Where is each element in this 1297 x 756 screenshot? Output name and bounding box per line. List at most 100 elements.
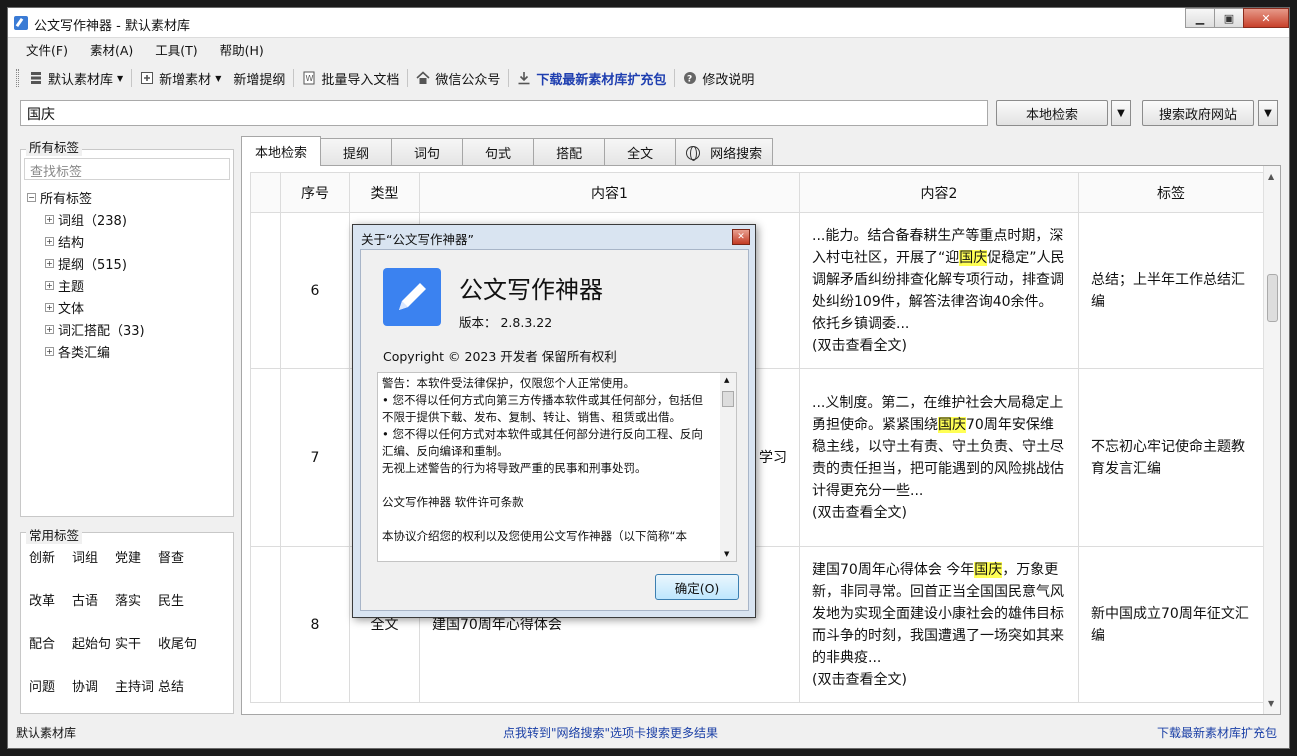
scroll-up-icon[interactable]: ▲ bbox=[724, 376, 729, 384]
view-full-text-hint: (双击查看全文) bbox=[812, 337, 907, 354]
toolbar-grip[interactable] bbox=[16, 69, 19, 87]
expand-icon[interactable]: + bbox=[45, 236, 54, 246]
about-dialog: 关于“公文写作神器” ✕ 公文写作神器 版本： 2.8.3.22 Copyrig… bbox=[352, 224, 756, 618]
column-header-tags[interactable]: 标签 bbox=[1078, 172, 1264, 213]
tab-web-search-label: 网络搜索 bbox=[710, 147, 763, 162]
common-tag[interactable]: 起始句 bbox=[72, 633, 115, 652]
search-input[interactable]: 国庆 bbox=[20, 100, 988, 126]
menu-material[interactable]: 素材(A) bbox=[90, 40, 133, 62]
scroll-up-icon[interactable]: ▲ bbox=[1268, 172, 1274, 181]
tree-item[interactable]: + 主题 bbox=[27, 274, 145, 296]
add-outline-button[interactable]: 新增提纲 bbox=[227, 65, 291, 91]
license-textbox[interactable]: 警告：本软件受法律保护，仅限您个人正常使用。 • 您不得以任何方式向第三方传播本… bbox=[377, 372, 737, 562]
changelog-label: 修改说明 bbox=[702, 72, 755, 88]
tab-outline[interactable]: 提纲 bbox=[320, 138, 393, 166]
toolbar-separator bbox=[407, 69, 409, 87]
tree-item-label: 提纲（515) bbox=[58, 257, 127, 273]
common-tag[interactable]: 词组 bbox=[72, 547, 115, 566]
tab-phrases[interactable]: 词句 bbox=[391, 138, 464, 166]
common-tag[interactable]: 党建 bbox=[115, 547, 158, 566]
view-full-text-hint: (双击查看全文) bbox=[812, 671, 907, 688]
dialog-title: 关于“公文写作神器” bbox=[361, 232, 474, 247]
status-bar: 默认素材库 点我转到"网络搜索"选项卡搜索更多结果 下载最新素材库扩充包 bbox=[8, 720, 1289, 742]
chevron-down-icon[interactable]: ▼ bbox=[1111, 100, 1131, 126]
license-scrollbar[interactable]: ▲ ▼ bbox=[720, 373, 736, 561]
common-tag[interactable]: 收尾句 bbox=[158, 633, 201, 652]
cell-no: 6 bbox=[280, 212, 350, 369]
tree-item[interactable]: + 词组（238) bbox=[27, 208, 145, 230]
close-icon[interactable]: ✕ bbox=[732, 229, 750, 245]
common-tag[interactable]: 总结 bbox=[158, 676, 201, 695]
common-tag[interactable]: 民生 bbox=[158, 590, 201, 609]
tree-item[interactable]: + 词汇搭配（33) bbox=[27, 318, 145, 340]
status-library: 默认素材库 bbox=[16, 726, 77, 740]
common-tag[interactable]: 落实 bbox=[115, 590, 158, 609]
grid-scrollbar[interactable]: ▲ ▼ bbox=[1263, 166, 1280, 714]
local-search-button[interactable]: 本地检索 bbox=[996, 100, 1108, 126]
scroll-down-icon[interactable]: ▼ bbox=[1268, 699, 1274, 708]
expand-icon[interactable]: + bbox=[45, 302, 54, 312]
maximize-icon[interactable]: ▣ bbox=[1214, 8, 1244, 28]
chevron-down-icon[interactable]: ▼ bbox=[1258, 100, 1278, 126]
changelog-button[interactable]: ? 修改说明 bbox=[677, 65, 760, 91]
minimize-icon[interactable]: ▁ bbox=[1185, 8, 1215, 28]
tree-item-label: 结构 bbox=[58, 235, 85, 251]
column-header-type[interactable]: 类型 bbox=[349, 172, 420, 213]
scroll-thumb[interactable] bbox=[722, 391, 734, 407]
gov-search-button[interactable]: 搜索政府网站 bbox=[1142, 100, 1254, 126]
common-tag[interactable]: 古语 bbox=[72, 590, 115, 609]
web-search-link[interactable]: 点我转到"网络搜索"选项卡搜索更多结果 bbox=[503, 724, 718, 741]
common-tag[interactable]: 创新 bbox=[29, 547, 72, 566]
close-icon[interactable]: ✕ bbox=[1243, 8, 1289, 28]
download-pack-link[interactable]: 下载最新素材库扩充包 bbox=[1157, 724, 1277, 741]
keyword-highlight: 国庆 bbox=[974, 561, 1003, 578]
common-tag[interactable]: 改革 bbox=[29, 590, 72, 609]
download-pack-button[interactable]: 下载最新素材库扩充包 bbox=[511, 65, 672, 91]
common-tag[interactable]: 主持词 bbox=[115, 676, 158, 695]
add-material-button[interactable]: 新增素材 ▼ bbox=[134, 65, 227, 91]
tab-bar: 本地检索 提纲 词句 句式 搭配 全文 网络搜索 bbox=[241, 136, 774, 166]
wechat-button[interactable]: 微信公众号 bbox=[410, 65, 506, 91]
common-tags-grid: 创新 词组 党建 督查 改革 古语 落实 民生 配合 起始句 实干 收尾句 问题… bbox=[29, 547, 201, 695]
cell-content2: 建国70周年心得体会 今年国庆，万象更新，非同寻常。回首正当全国国民意气风发地为… bbox=[799, 546, 1079, 703]
collapse-icon[interactable]: − bbox=[27, 192, 36, 202]
common-tag[interactable]: 问题 bbox=[29, 676, 72, 695]
expand-icon[interactable]: + bbox=[45, 324, 54, 334]
expand-icon[interactable]: + bbox=[45, 346, 54, 356]
tab-full-text[interactable]: 全文 bbox=[604, 138, 677, 166]
toolbar-separator bbox=[508, 69, 510, 87]
tree-item[interactable]: + 文体 bbox=[27, 296, 145, 318]
tab-web-search[interactable]: 网络搜索 bbox=[675, 138, 774, 166]
menu-tools[interactable]: 工具(T) bbox=[155, 40, 197, 62]
column-header-content1[interactable]: 内容1 bbox=[419, 172, 800, 213]
common-tag[interactable]: 配合 bbox=[29, 633, 72, 652]
chevron-down-icon: ▼ bbox=[117, 73, 124, 83]
batch-import-button[interactable]: W 批量导入文档 bbox=[296, 65, 405, 91]
tree-item[interactable]: + 各类汇编 bbox=[27, 340, 145, 362]
tag-search-input[interactable]: 查找标签 bbox=[24, 158, 230, 180]
row-header bbox=[250, 368, 281, 547]
library-dropdown[interactable]: 默认素材库 ▼ bbox=[23, 65, 129, 91]
common-tag[interactable]: 实干 bbox=[115, 633, 158, 652]
column-header-no[interactable]: 序号 bbox=[280, 172, 350, 213]
scroll-down-icon[interactable]: ▼ bbox=[724, 550, 729, 558]
column-header-content2[interactable]: 内容2 bbox=[799, 172, 1079, 213]
tab-sentence-patterns[interactable]: 句式 bbox=[462, 138, 535, 166]
scroll-thumb[interactable] bbox=[1267, 274, 1278, 322]
expand-icon[interactable]: + bbox=[45, 258, 54, 268]
tree-item[interactable]: + 提纲（515) bbox=[27, 252, 145, 274]
tab-local-search[interactable]: 本地检索 bbox=[241, 136, 322, 166]
cell-no: 8 bbox=[280, 546, 350, 703]
tab-collocations[interactable]: 搭配 bbox=[533, 138, 606, 166]
expand-icon[interactable]: + bbox=[45, 280, 54, 290]
menu-help[interactable]: 帮助(H) bbox=[220, 40, 264, 62]
ok-button[interactable]: 确定(O) bbox=[655, 574, 739, 600]
tree-item[interactable]: + 结构 bbox=[27, 230, 145, 252]
common-tag[interactable]: 督查 bbox=[158, 547, 201, 566]
title-bar[interactable]: 公文写作神器 - 默认素材库 ▁ ▣ ✕ bbox=[8, 8, 1289, 38]
app-name: 公文写作神器 bbox=[459, 276, 603, 304]
expand-icon[interactable]: + bbox=[45, 214, 54, 224]
tree-root[interactable]: − 所有标签 bbox=[27, 186, 145, 208]
common-tag[interactable]: 协调 bbox=[72, 676, 115, 695]
menu-file[interactable]: 文件(F) bbox=[26, 40, 68, 62]
